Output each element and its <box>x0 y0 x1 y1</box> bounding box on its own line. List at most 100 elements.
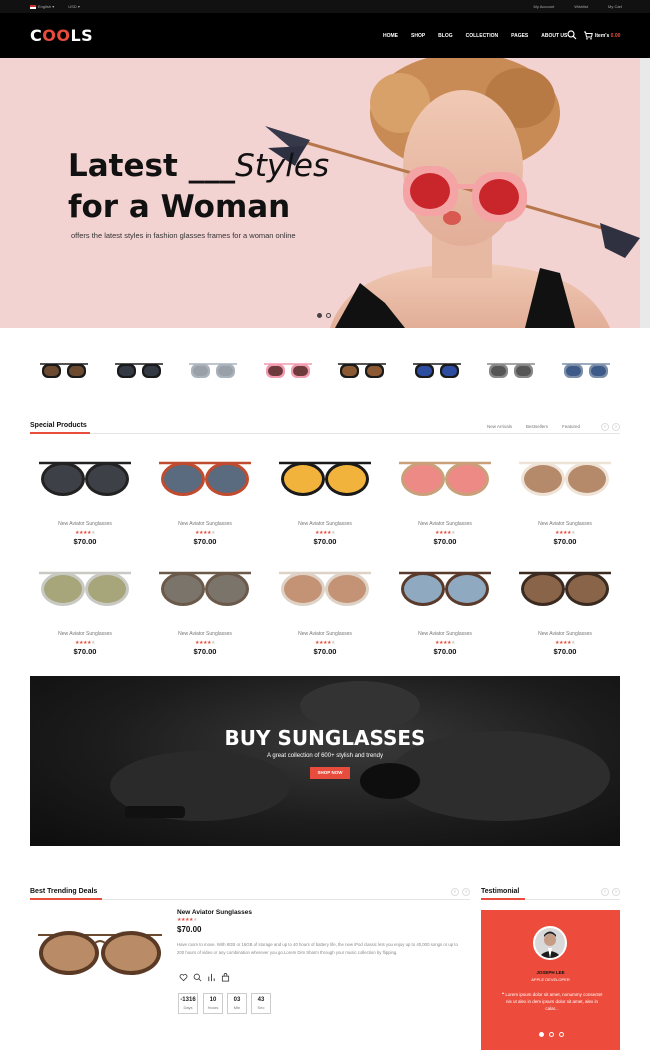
special-next-arrow-icon[interactable]: › <box>612 423 620 431</box>
sunglasses-thumb[interactable] <box>262 358 314 382</box>
product-price: $70.00 <box>433 537 457 546</box>
product-title[interactable]: New Aviator Sunglasses <box>30 521 140 527</box>
main-header: COOLS HOME SHOP BLOG COLLECTION PAGES AB… <box>0 13 650 58</box>
wishlist-link[interactable]: Wishlist <box>574 4 588 9</box>
search-icon[interactable] <box>567 30 577 40</box>
nav-home[interactable]: HOME <box>383 33 398 39</box>
product-card[interactable]: New Aviator Sunglasses ★★★★★ $70.00 <box>30 445 140 546</box>
product-title[interactable]: New Aviator Sunglasses <box>150 521 260 527</box>
tab-bestsellers[interactable]: Bestsellers <box>526 424 548 429</box>
product-title[interactable]: New Aviator Sunglasses <box>270 631 380 637</box>
product-image[interactable] <box>275 449 375 505</box>
sunglasses-thumb[interactable] <box>336 358 388 382</box>
sunglasses-thumb[interactable] <box>485 358 537 382</box>
search-icon[interactable] <box>193 973 202 982</box>
testimonial-dot-2[interactable] <box>549 1032 554 1037</box>
trending-product-title[interactable]: New Aviator Sunglasses <box>177 909 252 916</box>
sunglasses-thumb[interactable] <box>560 358 612 382</box>
slide-dot-1[interactable] <box>317 313 322 318</box>
product-image[interactable] <box>275 559 375 615</box>
product-price: $70.00 <box>193 537 217 546</box>
product-image[interactable] <box>35 449 135 505</box>
top-utility-bar: English ▾ USD ▾ My Account Wishlist My C… <box>0 0 650 13</box>
cart-total[interactable]: Item's 0.00 <box>595 33 620 39</box>
product-card[interactable]: New Aviator Sunglasses ★★★★★ $70.00 <box>150 555 260 656</box>
sunglasses-thumb[interactable] <box>113 358 165 382</box>
testimonial-prev-arrow-icon[interactable]: ‹ <box>601 888 609 896</box>
product-image[interactable] <box>155 449 255 505</box>
hero-slide-dots <box>317 313 331 318</box>
testimonial-card: JOSEPH LEE APPLE DEVELOPER ❝ Lorem ipsum… <box>481 910 620 1050</box>
product-card[interactable]: New Aviator Sunglasses ★★★★★ $70.00 <box>150 445 260 546</box>
tab-new-arrivals[interactable]: New Arrivals <box>487 424 512 429</box>
product-card[interactable]: New Aviator Sunglasses ★★★★★ $70.00 <box>270 445 380 546</box>
product-card[interactable]: New Aviator Sunglasses ★★★★★ $70.00 <box>510 555 620 656</box>
product-image[interactable] <box>395 449 495 505</box>
heart-icon[interactable] <box>179 973 188 982</box>
special-divider <box>30 433 620 434</box>
testimonial-next-arrow-icon[interactable]: › <box>612 888 620 896</box>
product-price: $70.00 <box>313 537 337 546</box>
logo-letter-c: C <box>30 26 43 45</box>
product-card[interactable]: New Aviator Sunglasses ★★★★★ $70.00 <box>30 555 140 656</box>
tab-featured[interactable]: Featured <box>562 424 580 429</box>
slide-dot-2[interactable] <box>326 313 331 318</box>
product-price: $70.00 <box>73 537 97 546</box>
product-card[interactable]: New Aviator Sunglasses ★★★★★ $70.00 <box>390 445 500 546</box>
product-image[interactable] <box>515 449 615 505</box>
nav-shop[interactable]: SHOP <box>411 33 425 39</box>
testimonial-author: JOSEPH LEE <box>536 970 565 975</box>
nav-about-us[interactable]: ABOUT US <box>541 33 567 39</box>
product-price: $70.00 <box>553 647 577 656</box>
sunglasses-thumb[interactable] <box>187 358 239 382</box>
product-card[interactable]: New Aviator Sunglasses ★★★★★ $70.00 <box>510 445 620 546</box>
product-title[interactable]: New Aviator Sunglasses <box>270 521 380 527</box>
sunglasses-thumb[interactable] <box>38 358 90 382</box>
product-image[interactable] <box>35 559 135 615</box>
product-title[interactable]: New Aviator Sunglasses <box>30 631 140 637</box>
product-title[interactable]: New Aviator Sunglasses <box>150 631 260 637</box>
nav-collection[interactable]: COLLECTION <box>466 33 499 39</box>
avatar <box>533 926 567 960</box>
currency-selector[interactable]: USD ▾ <box>68 4 80 9</box>
cart-icon[interactable] <box>583 30 593 40</box>
testimonial-dot-3[interactable] <box>559 1032 564 1037</box>
product-image[interactable] <box>155 559 255 615</box>
trending-rating: ★★★★★ <box>177 917 197 923</box>
product-price: $70.00 <box>553 537 577 546</box>
product-title[interactable]: New Aviator Sunglasses <box>510 631 620 637</box>
product-title[interactable]: New Aviator Sunglasses <box>390 521 500 527</box>
testimonial-title: Testimonial <box>481 888 520 895</box>
special-products-title: Special Products <box>30 422 87 429</box>
trending-prev-arrow-icon[interactable]: ‹ <box>451 888 459 896</box>
compare-icon[interactable] <box>207 973 216 982</box>
site-logo[interactable]: COOLS <box>30 26 93 45</box>
product-card[interactable]: New Aviator Sunglasses ★★★★★ $70.00 <box>390 555 500 656</box>
product-rating: ★★★★★ <box>315 530 335 536</box>
my-cart-link[interactable]: My Cart <box>608 4 622 9</box>
product-image[interactable] <box>515 559 615 615</box>
countdown-seconds: 43 Sec <box>251 993 271 1014</box>
shop-now-button[interactable]: SHOP NOW <box>310 767 350 779</box>
product-title[interactable]: New Aviator Sunglasses <box>510 521 620 527</box>
product-card[interactable]: New Aviator Sunglasses ★★★★★ $70.00 <box>270 555 380 656</box>
product-price: $70.00 <box>313 647 337 656</box>
trending-next-arrow-icon[interactable]: › <box>462 888 470 896</box>
my-account-link[interactable]: My Account <box>534 4 555 9</box>
product-title[interactable]: New Aviator Sunglasses <box>390 631 500 637</box>
bag-icon[interactable] <box>221 973 230 982</box>
sunglasses-strip <box>30 350 620 390</box>
hero-slider: Latest ___Styles for a Woman offers the … <box>0 58 650 328</box>
trending-product-image[interactable] <box>35 925 165 985</box>
testimonial-dots <box>539 1032 564 1037</box>
sunglasses-thumb[interactable] <box>411 358 463 382</box>
product-image[interactable] <box>395 559 495 615</box>
nav-blog[interactable]: BLOG <box>438 33 452 39</box>
testimonial-dot-1[interactable] <box>539 1032 544 1037</box>
trending-price: $70.00 <box>177 925 202 934</box>
testimonial-role: APPLE DEVELOPER <box>531 977 570 982</box>
special-prev-arrow-icon[interactable]: ‹ <box>601 423 609 431</box>
language-selector[interactable]: English ▾ <box>30 4 54 9</box>
nav-pages[interactable]: PAGES <box>511 33 528 39</box>
banner-subtitle: A great collection of 600+ stylish and t… <box>267 753 383 759</box>
